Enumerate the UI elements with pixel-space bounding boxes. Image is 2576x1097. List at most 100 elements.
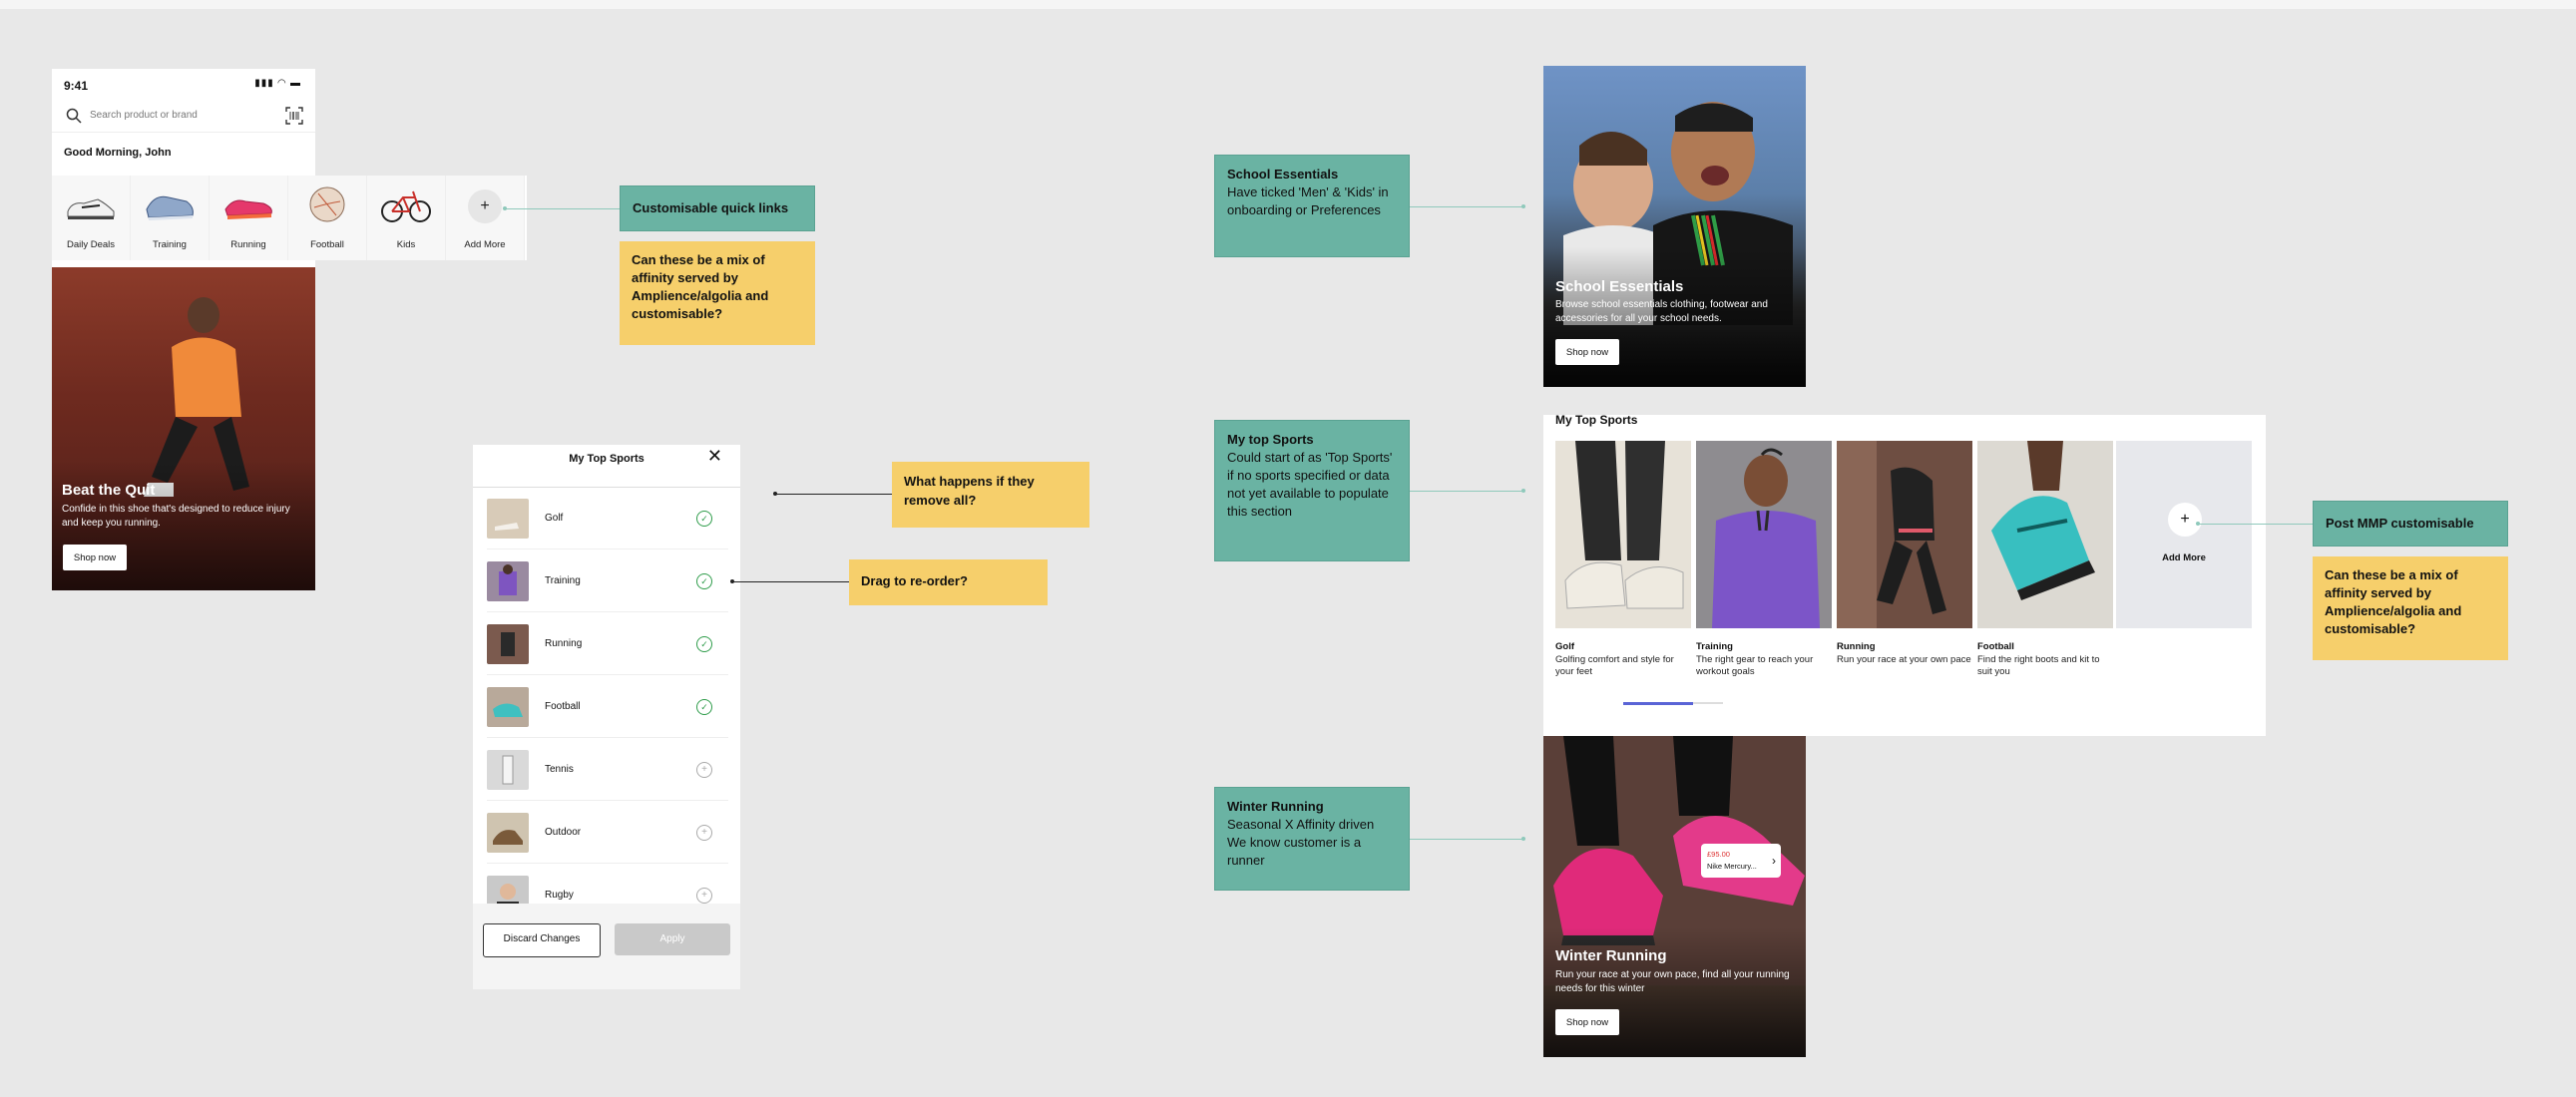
sport-row-running[interactable]: Running ✓ bbox=[487, 612, 728, 675]
quick-link-add-more[interactable]: + Add More bbox=[446, 176, 525, 260]
note-title: Winter Running bbox=[1227, 799, 1324, 814]
modal-title: My Top Sports bbox=[569, 453, 644, 465]
note-winter-running: Winter Running Seasonal X Affinity drive… bbox=[1214, 787, 1410, 891]
sport-name: Football bbox=[545, 701, 581, 712]
sport-card-football[interactable]: Football Find the right boots and kit to… bbox=[1977, 441, 2113, 678]
product-tag-price: £95.00 bbox=[1707, 850, 1730, 859]
sport-name: Running bbox=[545, 638, 583, 649]
checked-icon[interactable]: ✓ bbox=[696, 699, 712, 715]
running-thumbnail bbox=[487, 624, 529, 664]
quick-link-kids[interactable]: Kids bbox=[367, 176, 446, 260]
sport-name: Tennis bbox=[545, 764, 574, 775]
quick-link-label: Add More bbox=[464, 239, 506, 250]
connector-dot bbox=[730, 579, 734, 583]
shop-now-button[interactable]: Shop now bbox=[1555, 1009, 1619, 1035]
note-body: Seasonal X Affinity driven We know custo… bbox=[1227, 817, 1375, 868]
carousel-progress-track bbox=[1693, 702, 1723, 704]
note-title: School Essentials bbox=[1227, 167, 1339, 182]
checked-icon[interactable]: ✓ bbox=[696, 573, 712, 589]
note-body: Have ticked 'Men' & 'Kids' in onboarding… bbox=[1227, 184, 1389, 217]
note-title: My top Sports bbox=[1227, 432, 1314, 447]
quick-links: Daily Deals Training Running Football Ki… bbox=[52, 176, 527, 260]
sport-row-tennis[interactable]: Tennis + bbox=[487, 738, 728, 801]
plus-icon: + bbox=[468, 189, 502, 223]
note-customisable-quick-links: Customisable quick links bbox=[620, 185, 815, 231]
winter-running-card[interactable]: £95.00 Nike Mercury... › Winter Running … bbox=[1543, 736, 1806, 1057]
connector-line bbox=[775, 494, 893, 495]
sport-card-training[interactable]: Training The right gear to reach your wo… bbox=[1696, 441, 1832, 678]
card-title: School Essentials bbox=[1555, 278, 1684, 295]
add-more-card[interactable]: + Add More bbox=[2116, 441, 2252, 628]
outdoor-thumbnail bbox=[487, 813, 529, 853]
note-post-mmp: Post MMP customisable bbox=[2313, 501, 2508, 547]
quick-link-football[interactable]: Football bbox=[288, 176, 367, 260]
sport-row-football[interactable]: Football ✓ bbox=[487, 675, 728, 738]
checked-icon[interactable]: ✓ bbox=[696, 511, 712, 527]
golf-photo bbox=[1555, 441, 1691, 628]
note-remove-all: What happens if they remove all? bbox=[892, 462, 1089, 528]
status-icons: ▮▮▮ ◠ ▬ bbox=[254, 78, 301, 89]
connector-line bbox=[2198, 524, 2314, 525]
football-icon bbox=[309, 186, 345, 222]
school-essentials-card[interactable]: School Essentials Browse school essentia… bbox=[1543, 66, 1806, 387]
search-input[interactable]: Search product or brand bbox=[90, 110, 198, 121]
sport-row-training[interactable]: Training ✓ bbox=[487, 549, 728, 612]
quick-link-label: Running bbox=[230, 239, 266, 250]
discard-changes-button[interactable]: Discard Changes bbox=[483, 923, 601, 957]
add-icon[interactable]: + bbox=[696, 762, 712, 778]
add-icon[interactable]: + bbox=[696, 888, 712, 904]
plus-icon: + bbox=[2168, 503, 2202, 537]
hero-banner-beat-the-quit[interactable]: Beat the Quit Confide in this shoe that'… bbox=[52, 267, 315, 590]
quick-link-running[interactable]: Running bbox=[210, 176, 288, 260]
quick-link-label: Training bbox=[153, 239, 187, 250]
card-title: Winter Running bbox=[1555, 947, 1667, 964]
sport-card-desc: Golfing comfort and style for your feet bbox=[1555, 654, 1674, 677]
shop-now-button[interactable]: Shop now bbox=[63, 545, 127, 570]
tennis-thumbnail bbox=[487, 750, 529, 790]
carousel-progress-active bbox=[1623, 702, 1693, 705]
sport-card-golf[interactable]: Golf Golfing comfort and style for your … bbox=[1555, 441, 1691, 678]
training-photo bbox=[1696, 441, 1832, 628]
quick-link-daily-deals[interactable]: Daily Deals bbox=[52, 176, 131, 260]
shop-now-button[interactable]: Shop now bbox=[1555, 339, 1619, 365]
quick-link-training[interactable]: Training bbox=[131, 176, 210, 260]
note-school-essentials: School Essentials Have ticked 'Men' & 'K… bbox=[1214, 155, 1410, 257]
hero-title: Beat the Quit bbox=[62, 482, 156, 499]
note-body: Could start of as 'Top Sports' if no spo… bbox=[1227, 450, 1393, 519]
product-tag-name: Nike Mercury... bbox=[1707, 862, 1757, 871]
connector-dot bbox=[2196, 522, 2200, 526]
connector-dot bbox=[1521, 204, 1525, 208]
search-icon bbox=[66, 108, 82, 124]
connector-dot bbox=[1521, 837, 1525, 841]
status-bar: 9:41 ▮▮▮ ◠ ▬ bbox=[52, 69, 315, 101]
barcode-scan-icon[interactable] bbox=[285, 107, 303, 125]
connector-line bbox=[505, 208, 621, 209]
sport-row-outdoor[interactable]: Outdoor + bbox=[487, 801, 728, 864]
training-thumbnail bbox=[487, 561, 529, 601]
close-icon[interactable]: ✕ bbox=[707, 446, 722, 467]
checked-icon[interactable]: ✓ bbox=[696, 636, 712, 652]
status-time: 9:41 bbox=[64, 79, 89, 93]
running-shoe-icon bbox=[224, 199, 272, 219]
connector-dot bbox=[1521, 489, 1525, 493]
sport-card-running[interactable]: Running Run your race at your own pace bbox=[1837, 441, 1972, 666]
running-photo bbox=[1837, 441, 1972, 628]
search-bar[interactable]: Search product or brand bbox=[62, 103, 305, 129]
sport-row-golf[interactable]: Golf ✓ bbox=[487, 487, 728, 549]
sport-card-desc: Find the right boots and kit to suit you bbox=[1977, 654, 2100, 677]
connector-dot bbox=[773, 492, 777, 496]
apply-button[interactable]: Apply bbox=[615, 923, 730, 955]
sport-card-title: Running bbox=[1837, 641, 1876, 652]
note-reorder: Drag to re-order? bbox=[849, 559, 1048, 605]
add-icon[interactable]: + bbox=[696, 825, 712, 841]
sport-card-desc: The right gear to reach your workout goa… bbox=[1696, 654, 1814, 677]
quick-link-label: Kids bbox=[396, 239, 416, 250]
quick-link-label: Football bbox=[310, 239, 344, 250]
greeting: Good Morning, John bbox=[64, 147, 172, 159]
my-top-sports-section: My Top Sports Golf Golfing comfort and s… bbox=[1543, 413, 2266, 736]
sport-card-title: Golf bbox=[1555, 641, 1574, 652]
connector-line bbox=[732, 581, 850, 582]
quick-link-label: Daily Deals bbox=[66, 239, 116, 250]
product-tag[interactable]: £95.00 Nike Mercury... › bbox=[1701, 844, 1781, 878]
section-title: My Top Sports bbox=[1555, 413, 1637, 427]
